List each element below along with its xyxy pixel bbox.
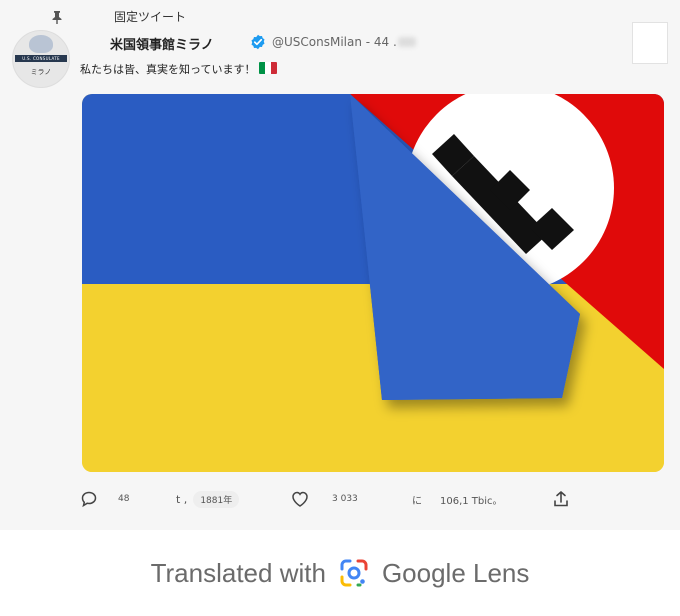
google-lens-icon bbox=[340, 559, 368, 587]
like-action[interactable]: 3 033 bbox=[290, 486, 358, 512]
share-icon bbox=[554, 491, 568, 507]
like-count: 3 033 bbox=[332, 494, 358, 504]
heart-icon bbox=[292, 491, 308, 507]
italy-flag-icon bbox=[259, 62, 277, 74]
tweet-image[interactable] bbox=[82, 94, 664, 472]
pin-icon bbox=[52, 11, 62, 24]
blurred-timestamp bbox=[398, 37, 416, 47]
avatar[interactable]: U.S. CONSULATE ミラノ bbox=[12, 30, 70, 88]
translation-footer: Translated with Google Lens bbox=[0, 530, 680, 616]
seal-icon bbox=[29, 35, 53, 53]
reply-count: 48 bbox=[118, 494, 130, 504]
views-action[interactable]: に 106,1 Tbic。 bbox=[412, 486, 503, 512]
reply-icon bbox=[81, 491, 97, 508]
flag-image bbox=[82, 94, 664, 472]
account-handle[interactable]: @USConsMilan - 44 . bbox=[272, 35, 397, 49]
account-name[interactable]: 米国領事館ミラノ bbox=[110, 34, 214, 53]
tweet-card[interactable]: 固定ツイート U.S. CONSULATE ミラノ 米国領事館ミラノ @USCo… bbox=[0, 0, 680, 530]
views-count: 106,1 Tbic。 bbox=[440, 495, 503, 507]
footer-prefix: Translated with bbox=[150, 557, 326, 588]
views-prefix: に bbox=[412, 495, 422, 507]
share-action[interactable] bbox=[552, 486, 570, 512]
avatar-band-text: U.S. CONSULATE bbox=[15, 55, 67, 62]
verified-badge-icon bbox=[251, 34, 265, 50]
pinned-row: 固定ツイート bbox=[50, 8, 186, 26]
action-bar: 48 t , 1881年 3 033 に 106,1 Tbic。 bbox=[0, 486, 680, 512]
tweet-text: 私たちは皆、真実を知っています！ bbox=[80, 63, 256, 76]
retweet-count: 1881年 bbox=[193, 490, 240, 508]
more-options-box[interactable] bbox=[632, 22, 668, 64]
retweet-prefix: t , bbox=[176, 492, 188, 506]
reply-action[interactable]: 48 bbox=[80, 486, 129, 512]
footer-brand: Google Lens bbox=[381, 557, 530, 588]
avatar-sub-text: ミラノ bbox=[30, 68, 52, 76]
retweet-action[interactable]: t , 1881年 bbox=[176, 486, 240, 512]
pinned-label: 固定ツイート bbox=[114, 10, 187, 24]
